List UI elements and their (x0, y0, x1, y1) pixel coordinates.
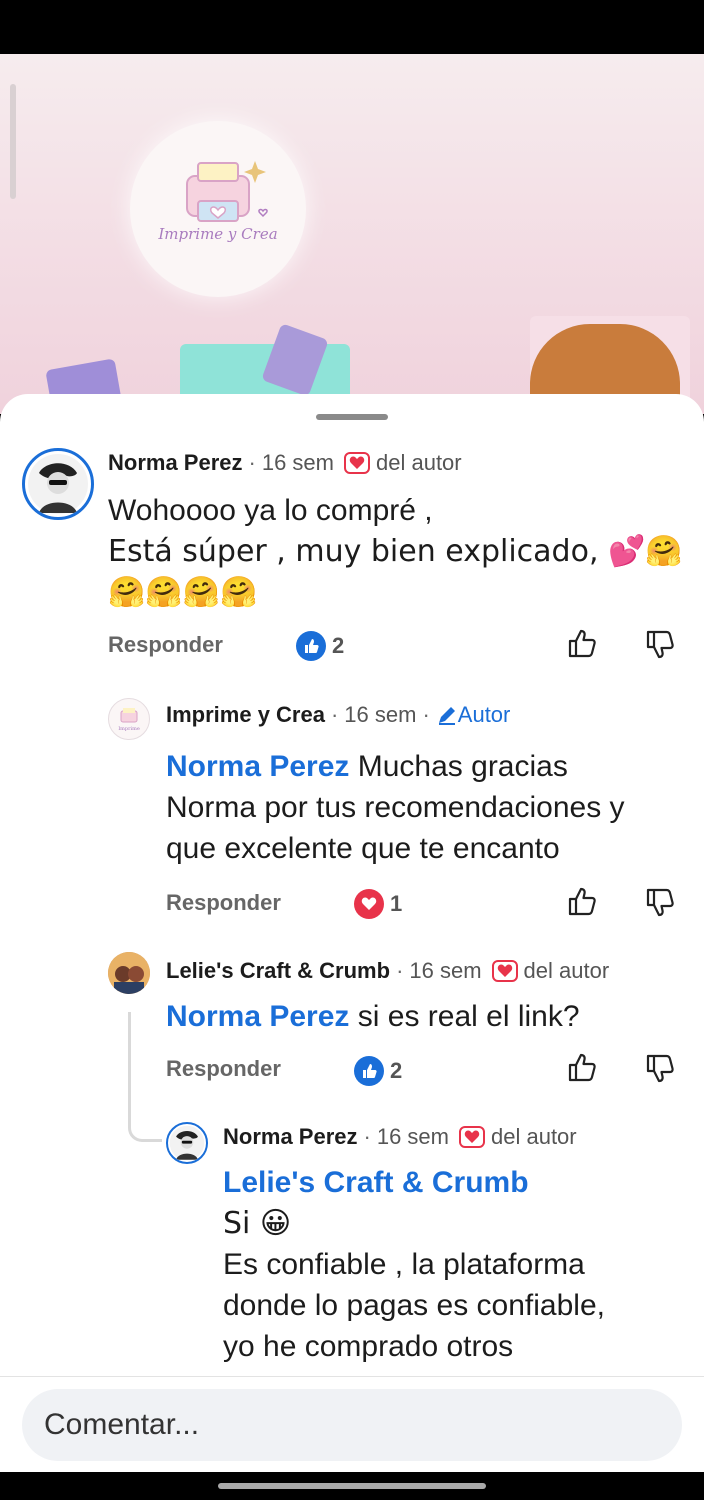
dislike-icon[interactable] (642, 884, 678, 920)
like-icon[interactable] (564, 1050, 600, 1086)
logo-text: Imprime y Crea (158, 225, 278, 243)
like-icon[interactable] (564, 884, 600, 920)
comment-1: Norma Perez · 16 sem del autor Wohoooo y… (0, 394, 704, 684)
comment-text: Norma Perez Muchas gracias Norma por tus… (166, 746, 625, 869)
comment-line: Está súper , muy bien explicado, 💕🤗 (108, 534, 683, 569)
channel-logo: Imprime y Crea (130, 121, 306, 297)
comment-4: Norma Perez · 16 sem del autor Lelie's C… (0, 1104, 704, 1404)
comment-text: Norma Perez si es real el link? (166, 996, 580, 1037)
comment-author[interactable]: Imprime y Crea (166, 702, 325, 728)
comment-time: 16 sem (261, 450, 334, 475)
comment-text: Lelie's Craft & Crumb Si 😀 Es confiable … (223, 1162, 605, 1367)
mention-link[interactable]: Lelie's Craft & Crumb (223, 1162, 605, 1203)
author-badge-label: Autor (457, 702, 511, 727)
comment-line: Norma por tus recomendaciones y (166, 791, 625, 824)
comment-line-text: Muchas gracias (349, 750, 568, 783)
comment-line-text: si es real el link? (349, 1000, 580, 1033)
reaction-summary[interactable]: 2 (354, 1056, 402, 1086)
video-scroll-indicator (10, 84, 16, 199)
comment-line: Norma Perez Muchas gracias (166, 746, 625, 787)
reaction-count: 1 (390, 891, 403, 916)
avatar-lelies-craft[interactable] (108, 952, 150, 994)
dislike-icon[interactable] (642, 626, 678, 662)
reaction-summary[interactable]: 1 (354, 889, 402, 919)
comment-line: yo he comprado otros (223, 1330, 514, 1363)
comment-time: 16 sem (344, 702, 417, 727)
avatar-imprime-y-crea[interactable]: Imprime (108, 698, 150, 740)
comment-author[interactable]: Norma Perez (223, 1124, 358, 1150)
comment-line: Si 😀 (223, 1206, 292, 1241)
comment-input[interactable]: Comentar... (22, 1389, 682, 1461)
status-bar (0, 0, 704, 54)
printer-icon (186, 161, 268, 222)
comment-author[interactable]: Lelie's Craft & Crumb (166, 958, 390, 984)
avatar-norma-perez[interactable] (22, 448, 94, 520)
comment-text: Wohoooo ya lo compré , Está súper , muy … (108, 490, 683, 613)
creator-badge-label: del autor (376, 450, 462, 475)
video-player[interactable]: Imprime y Crea (0, 54, 704, 414)
comment-time: 16 sem (409, 958, 482, 983)
comment-line: donde lo pagas es confiable, (223, 1289, 605, 1322)
comment-meta: Norma Perez · 16 sem del autor (108, 450, 462, 476)
comment-meta: Lelie's Craft & Crumb · 16 sem del autor (166, 958, 610, 984)
comment-line: que excelente que te encanto (166, 832, 560, 865)
creator-heart-icon (459, 1126, 485, 1148)
reaction-summary[interactable]: 2 (296, 631, 344, 661)
love-reaction-icon (354, 889, 384, 919)
like-icon[interactable] (564, 626, 600, 662)
comment-composer: Comentar... (0, 1376, 704, 1472)
mention-link[interactable]: Norma Perez (166, 1000, 349, 1033)
mention-link[interactable]: Norma Perez (166, 750, 349, 783)
comment-meta: Norma Perez · 16 sem del autor (223, 1124, 577, 1150)
home-indicator[interactable] (218, 1483, 486, 1489)
comment-line: 🤗🤗🤗🤗 (108, 575, 258, 610)
reaction-count: 2 (332, 633, 345, 658)
reaction-count: 2 (390, 1058, 403, 1083)
comment-line: Norma Perez si es real el link? (166, 996, 580, 1037)
creator-heart-icon (491, 960, 518, 982)
reply-button[interactable]: Responder (166, 1056, 281, 1082)
svg-text:Imprime: Imprime (118, 726, 140, 732)
reply-button[interactable]: Responder (166, 890, 281, 916)
avatar-norma-perez[interactable] (166, 1122, 208, 1164)
comments-sheet: Norma Perez · 16 sem del autor Wohoooo y… (0, 394, 704, 1472)
dislike-icon[interactable] (642, 1050, 678, 1086)
author-badge: Autor (436, 702, 511, 728)
like-reaction-icon (296, 631, 326, 661)
creator-badge-label: del autor (491, 1124, 577, 1149)
comment-line: Wohoooo ya lo compré , (108, 494, 433, 527)
reply-button[interactable]: Responder (108, 632, 223, 658)
comment-author[interactable]: Norma Perez (108, 450, 243, 476)
pencil-icon (438, 707, 455, 725)
comment-time: 16 sem (376, 1124, 449, 1149)
like-reaction-icon (354, 1056, 384, 1086)
creator-heart-icon (344, 452, 370, 474)
comment-3: Lelie's Craft & Crumb · 16 sem del autor… (0, 934, 704, 1104)
comment-2: Imprime Imprime y Crea · 16 sem · Autor … (0, 684, 704, 934)
comment-meta: Imprime y Crea · 16 sem · Autor (166, 702, 511, 728)
navigation-bar (0, 1472, 704, 1500)
creator-badge-label: del autor (523, 958, 610, 983)
comment-line: Es confiable , la plataforma (223, 1248, 585, 1281)
